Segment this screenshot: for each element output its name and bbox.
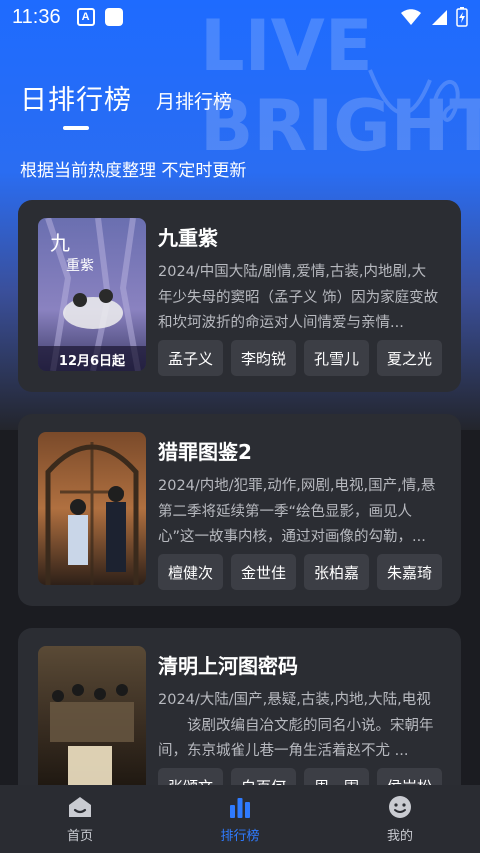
ranking-subtitle: 根据当前热度整理 不定时更新 [20,161,247,181]
notification-square-icon [104,8,123,26]
cast-tag[interactable]: 孟子义 [158,340,224,376]
drama-title: 清明上河图密码 [158,654,298,678]
wifi-icon [401,9,421,25]
app-notification-icon: A [76,8,95,26]
drama-title: 九重紫 [158,226,218,250]
cast-tag[interactable]: 孔雪儿 [304,340,370,376]
svg-text:九: 九 [50,231,70,255]
status-bar: 11:36 A [0,0,480,34]
cast-tag[interactable]: 张柏嘉 [304,554,370,590]
poster-image [38,646,146,799]
drama-title: 猎罪图鉴2 [158,440,252,464]
profile-icon [389,796,411,818]
ranking-tabs: 日排行榜 月排行榜 [20,78,232,117]
signal-icon [432,10,447,25]
nav-ranking-label: 排行榜 [220,829,260,844]
nav-home[interactable]: 首页 [0,785,160,853]
drama-meta: 2024/中国大陆/剧情,爱情,古装,内地剧,大 [158,264,427,280]
cast-tag[interactable]: 金世佳 [231,554,297,590]
cast-tags: 檀健次 金世佳 张柏嘉 朱嘉琦 [158,554,443,590]
drama-description: 该剧改编自冶文彪的同名小说。宋朝年间，东京城雀儿巷一角生活着赵不尤 ... [158,718,434,759]
nav-ranking[interactable]: 排行榜 [160,785,320,853]
active-tab-indicator [63,126,89,130]
nav-home-label: 首页 [66,829,93,844]
drama-meta: 2024/大陆/国产,悬疑,古装,内地,大陆,电视 [158,692,431,708]
bottom-nav: 首页 排行榜 我的 [0,785,480,853]
ranking-icon [230,798,250,818]
status-indicators [400,7,468,27]
nav-profile[interactable]: 我的 [320,785,480,853]
cast-tag[interactable]: 朱嘉琦 [377,554,443,590]
cast-tag[interactable]: 夏之光 [377,340,443,376]
svg-text:重紫: 重紫 [66,258,94,274]
drama-meta: 2024/内地/犯罪,动作,网剧,电视,国产,情,悬 [158,478,436,494]
poster-image [38,432,146,585]
cast-tags: 孟子义 李昀锐 孔雪儿 夏之光 [158,340,443,376]
poster-date-label: 12月6日起 [58,354,126,369]
home-icon [69,797,91,817]
tab-daily-ranking[interactable]: 日排行榜 [20,78,132,117]
cast-tag[interactable]: 檀健次 [158,554,224,590]
status-time: 11:36 [12,5,61,28]
drama-description: 第二季将延续第一季“绘色显影，画见人心”这一故事内核，通过对画像的勾勒，... [158,504,426,545]
cast-tag[interactable]: 李昀锐 [231,340,297,376]
nav-profile-label: 我的 [386,829,413,844]
battery-charging-icon [456,7,468,27]
tab-monthly-ranking[interactable]: 月排行榜 [156,87,232,114]
drama-card[interactable]: 猎罪图鉴2 2024/内地/犯罪,动作,网剧,电视,国产,情,悬 第二季将延续第… [18,414,461,606]
drama-description: 年少失母的窦昭（孟子义 饰）因为家庭变故和坎坷波折的命运对人间情爱与亲情... [158,290,439,331]
poster-image: 九 重紫 12月6日起 [38,218,146,371]
drama-card[interactable]: 九 重紫 12月6日起 九重紫 2024/中国大陆/剧情,爱情,古装,内地剧,大… [18,200,461,392]
